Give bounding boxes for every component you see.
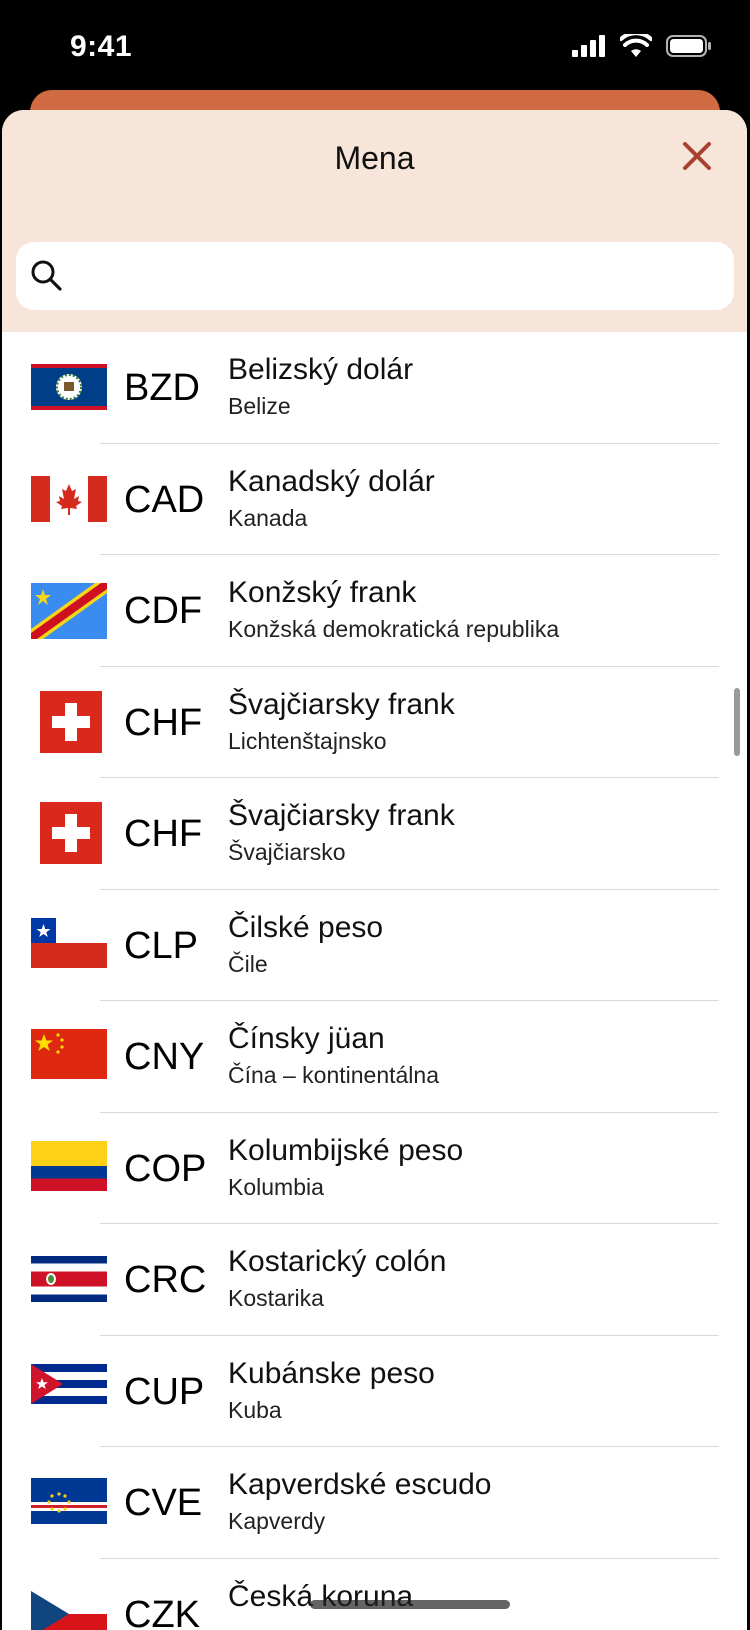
flag-switzerland-icon	[40, 802, 102, 864]
sheet-header: Mena	[2, 110, 747, 332]
currency-country: Čína – kontinentálna	[228, 1062, 439, 1089]
currency-row[interactable]: CZK Česká koruna	[2, 1559, 747, 1630]
flag-belize-icon	[31, 364, 107, 410]
currency-row[interactable]: CHF Švajčiarsky frank Lichtenštajnsko	[2, 667, 747, 779]
currency-code: CNY	[124, 1036, 204, 1079]
currency-name: Čilské peso	[228, 911, 383, 945]
status-time: 9:41	[70, 30, 132, 64]
currency-code: BZD	[124, 367, 200, 410]
sheet-title: Mena	[2, 140, 747, 177]
battery-icon	[666, 35, 712, 62]
currency-code: CZK	[124, 1594, 200, 1630]
currency-code: CHF	[124, 813, 202, 856]
currency-picker-sheet: Mena	[2, 110, 747, 1630]
flag-canada-icon	[31, 476, 107, 522]
search-input[interactable]	[76, 252, 720, 302]
currency-row[interactable]: CRC Kostarický colón Kostarika	[2, 1224, 747, 1336]
currency-code: CVE	[124, 1482, 202, 1525]
currency-country: Čile	[228, 951, 268, 978]
currency-name: Kubánske peso	[228, 1357, 435, 1391]
currency-country: Lichtenštajnsko	[228, 728, 387, 755]
currency-row[interactable]: CVE Kapverdské escudo Kapverdy	[2, 1447, 747, 1559]
currency-name: Švajčiarsky frank	[228, 688, 455, 722]
flag-chile-icon	[31, 918, 107, 968]
flag-colombia-icon	[31, 1141, 107, 1191]
currency-name: Belizský dolár	[228, 353, 413, 387]
currency-name: Kanadský dolár	[228, 465, 435, 499]
currency-row[interactable]: COP Kolumbijské peso Kolumbia	[2, 1113, 747, 1225]
currency-name: Kostarický colón	[228, 1245, 446, 1279]
currency-country: Konžská demokratická republika	[228, 616, 559, 643]
flag-costa-rica-icon	[31, 1256, 107, 1302]
flag-dr-congo-icon	[31, 583, 107, 639]
currency-country: Kanada	[228, 505, 307, 532]
currency-code: COP	[124, 1148, 206, 1191]
flag-cuba-icon	[31, 1364, 107, 1404]
currency-country: Kapverdy	[228, 1508, 325, 1535]
currency-list: BZD Belizský dolár Belize CAD Kanadský d…	[2, 332, 747, 1630]
currency-country: Kuba	[228, 1397, 282, 1424]
status-bar: 9:41	[0, 0, 750, 100]
flag-switzerland-icon	[40, 691, 102, 753]
cellular-signal-icon	[572, 35, 606, 62]
close-button[interactable]	[675, 136, 719, 180]
currency-name: Kolumbijské peso	[228, 1134, 463, 1168]
flag-cape-verde-icon	[31, 1478, 107, 1524]
flag-china-icon	[31, 1029, 107, 1079]
currency-row[interactable]: CDF Konžský frank Konžská demokratická r…	[2, 555, 747, 667]
flag-czechia-icon	[31, 1591, 107, 1630]
wifi-icon	[620, 34, 652, 63]
currency-name: Švajčiarsky frank	[228, 799, 455, 833]
close-icon	[681, 140, 713, 177]
currency-name: Čínsky jüan	[228, 1022, 385, 1056]
search-icon	[30, 259, 64, 298]
currency-country: Kostarika	[228, 1285, 324, 1312]
currency-code: CDF	[124, 590, 202, 633]
currency-code: CLP	[124, 925, 198, 968]
scroll-indicator[interactable]	[734, 688, 740, 756]
currency-row[interactable]: CNY Čínsky jüan Čína – kontinentálna	[2, 1001, 747, 1113]
status-icons	[572, 34, 712, 63]
currency-country: Švajčiarsko	[228, 839, 346, 866]
currency-row[interactable]: CLP Čilské peso Čile	[2, 890, 747, 1002]
currency-code: CHF	[124, 702, 202, 745]
currency-code: CUP	[124, 1371, 204, 1414]
search-field[interactable]	[16, 242, 734, 310]
home-indicator[interactable]	[310, 1600, 510, 1609]
currency-country: Kolumbia	[228, 1174, 324, 1201]
currency-code: CRC	[124, 1259, 206, 1302]
currency-row[interactable]: CUP Kubánske peso Kuba	[2, 1336, 747, 1448]
currency-country: Belize	[228, 393, 291, 420]
currency-row[interactable]: BZD Belizský dolár Belize	[2, 332, 747, 444]
currency-name: Kapverdské escudo	[228, 1468, 492, 1502]
currency-row[interactable]: CAD Kanadský dolár Kanada	[2, 444, 747, 556]
currency-row[interactable]: CHF Švajčiarsky frank Švajčiarsko	[2, 778, 747, 890]
currency-code: CAD	[124, 479, 204, 522]
currency-name: Konžský frank	[228, 576, 416, 610]
